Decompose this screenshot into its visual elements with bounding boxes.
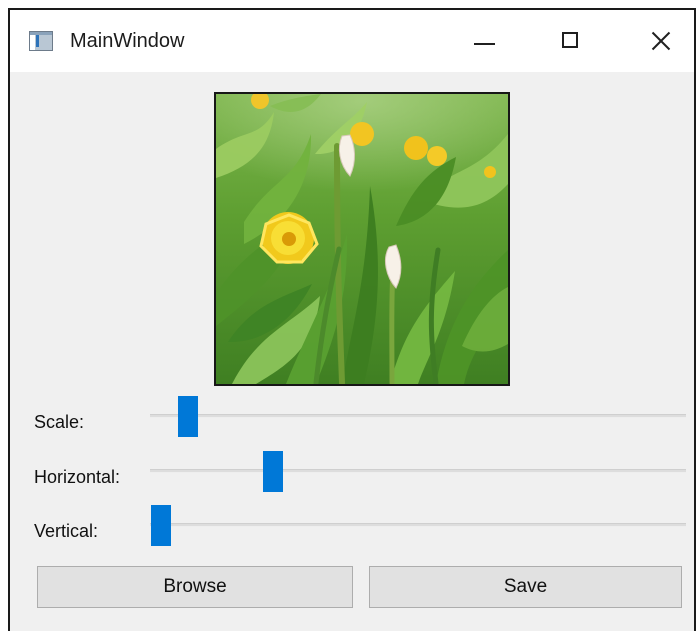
vertical-slider-track[interactable] (150, 523, 686, 527)
scale-slider[interactable] (150, 394, 686, 438)
horizontal-slider[interactable] (150, 449, 686, 493)
save-button[interactable]: Save (369, 566, 682, 608)
title-bar[interactable]: MainWindow (10, 10, 694, 72)
close-button[interactable] (638, 20, 684, 62)
horizontal-slider-track[interactable] (150, 469, 686, 473)
browse-button[interactable]: Browse (37, 566, 353, 608)
window-title: MainWindow (70, 30, 185, 52)
vertical-label: Vertical: (34, 521, 99, 541)
close-icon (650, 30, 672, 52)
scale-label: Scale: (34, 412, 85, 432)
vertical-slider[interactable] (150, 503, 686, 547)
scale-slider-track[interactable] (150, 414, 686, 418)
image-preview (214, 92, 510, 386)
flower-photo (216, 94, 508, 384)
vertical-slider-thumb[interactable] (150, 505, 171, 546)
minimize-icon (474, 43, 495, 45)
scale-slider-thumb[interactable] (177, 396, 198, 437)
app-window-icon (29, 31, 53, 51)
minimize-button[interactable] (462, 20, 508, 62)
horizontal-slider-thumb[interactable] (263, 451, 284, 492)
main-window: MainWindow Scale: Horizontal: Vertical: … (8, 8, 696, 631)
maximize-button[interactable] (550, 20, 596, 62)
maximize-icon (562, 32, 578, 48)
horizontal-label: Horizontal: (34, 467, 121, 487)
